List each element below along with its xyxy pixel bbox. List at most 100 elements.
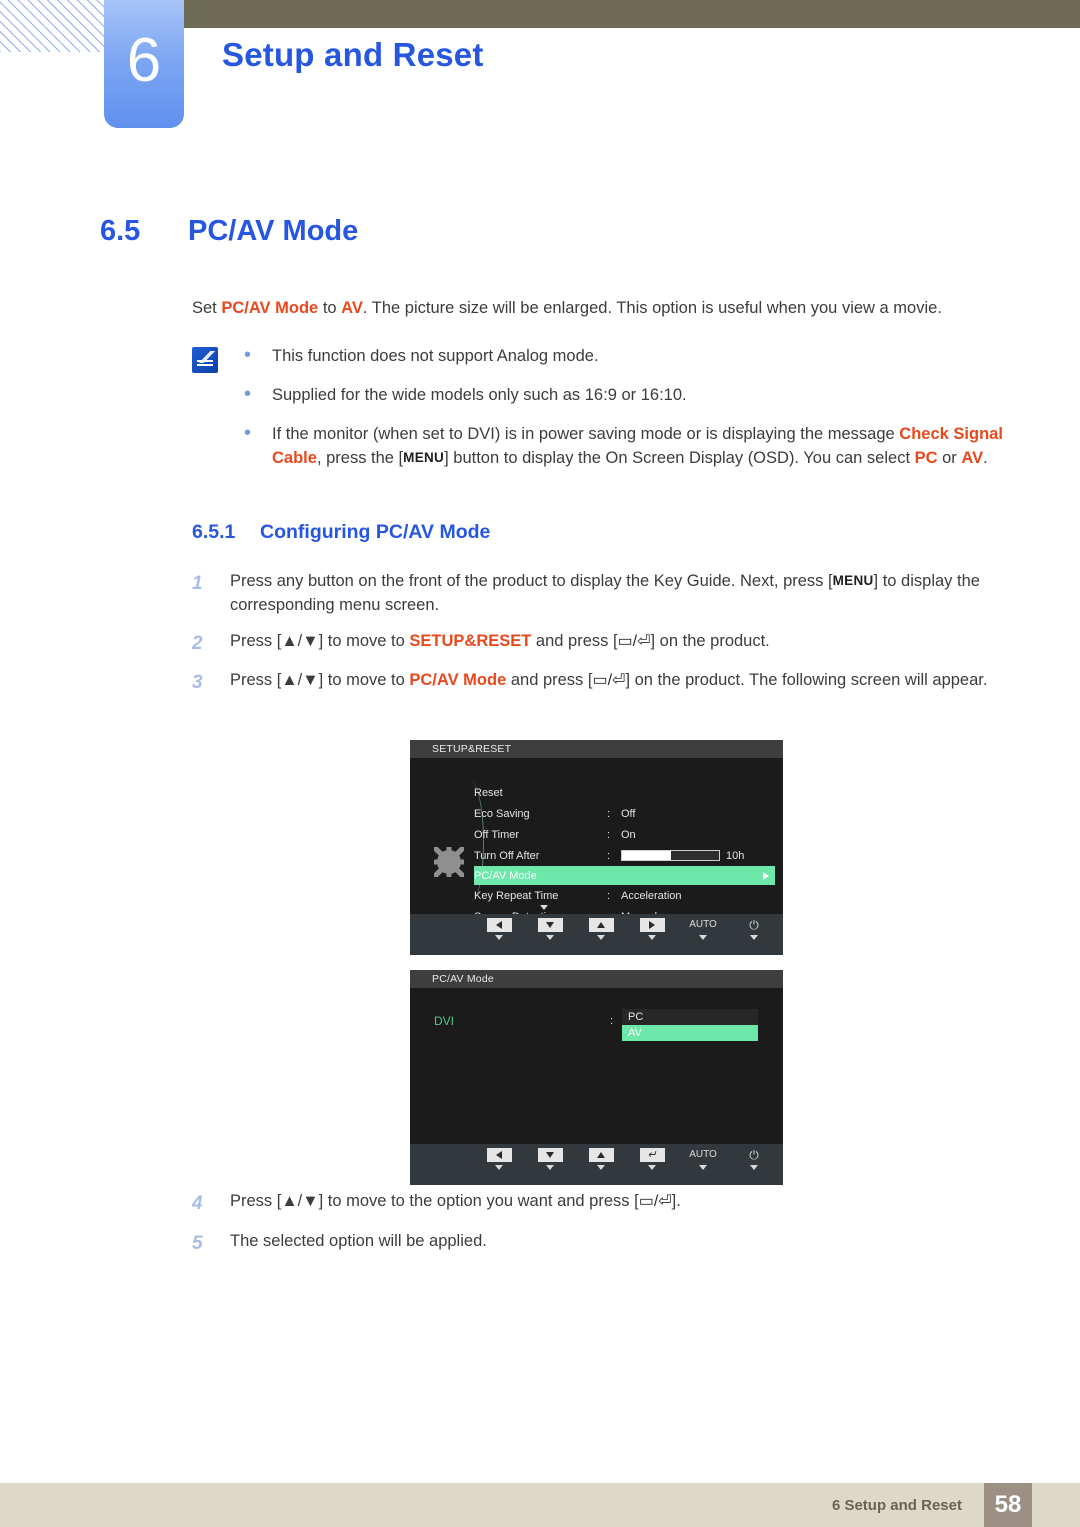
list-item: 3 Press [▲/▼] to move to PC/AV Mode and … — [192, 669, 1022, 697]
footer-chapter-text: 6 Setup and Reset — [831, 1497, 962, 1514]
power-key[interactable]: ⏻ — [737, 918, 771, 940]
section-title: PC/AV Mode — [188, 215, 359, 247]
osd-title: PC/AV Mode — [410, 970, 783, 988]
enter-key-glyph: ▭/⏎ — [592, 672, 626, 690]
bullet-dot-icon: • — [244, 382, 252, 405]
document-page: 6 Setup and Reset 6.5 PC/AV Mode Set PC/… — [0, 0, 1080, 1527]
key-cap-indicator — [750, 935, 758, 940]
osd-row-sep: : — [607, 849, 611, 862]
key-cap-indicator — [597, 1165, 605, 1170]
osd-row-reset[interactable]: Reset — [474, 782, 775, 803]
osd-row-eco-saving[interactable]: Eco Saving : Off — [474, 803, 775, 824]
list-item: 2 Press [▲/▼] to move to SETUP&RESET and… — [192, 630, 1022, 658]
osd-row-value: Acceleration — [621, 889, 682, 902]
step2-c: ] on the product. — [650, 631, 770, 650]
auto-key-label: AUTO — [689, 919, 717, 930]
osd-row-sep: : — [610, 1015, 614, 1027]
enter-key-glyph: ▭/⏎ — [617, 632, 651, 650]
osd-row-label: Turn Off After — [474, 849, 540, 862]
osd-screenshot-setup-reset: SETUP&RESET Reset Eco Saving : Off Off T… — [410, 740, 783, 955]
osd-row-off-timer[interactable]: Off Timer : On — [474, 824, 775, 845]
step1-a: Press any button on the front of the pro… — [230, 572, 833, 590]
option-pc[interactable]: PC — [622, 1009, 758, 1025]
step2-b: and press [ — [531, 631, 618, 650]
left-arrow-key[interactable] — [482, 918, 516, 940]
key-cap-indicator — [495, 935, 503, 940]
list-item: 4 Press [▲/▼] to move to the option you … — [192, 1190, 1022, 1218]
option-av[interactable]: AV — [622, 1025, 758, 1041]
bullet3-highlight-pc: PC — [914, 449, 938, 468]
up-arrow-key[interactable] — [584, 1148, 618, 1170]
list-item: 1 Press any button on the front of the p… — [192, 570, 1022, 618]
menu-key-label: MENU — [403, 450, 445, 466]
key-cap-indicator — [750, 1165, 758, 1170]
enter-key[interactable]: ↵ — [635, 1148, 669, 1170]
bullet-dot-icon: • — [244, 344, 252, 366]
step4-c: ]. — [671, 1192, 681, 1210]
key-cap-indicator — [546, 935, 554, 940]
bullet-dot-icon: • — [244, 421, 252, 444]
step2-highlight-setup-reset: SETUP&RESET — [409, 631, 532, 650]
down-arrow-key[interactable] — [533, 1148, 567, 1170]
bullet-text: This function does not support Analog mo… — [272, 347, 599, 365]
gear-icon — [434, 847, 464, 877]
step-text: Press any button on the front of the pro… — [230, 570, 1022, 618]
key-cap-indicator — [648, 1165, 656, 1170]
osd-row-value: 10h — [726, 849, 745, 862]
power-key[interactable]: ⏻ — [737, 1148, 771, 1170]
section-number: 6.5 — [100, 215, 141, 247]
osd-row-label: PC/AV Mode — [474, 869, 537, 882]
bullet3-tail: . — [983, 449, 988, 468]
osd-row-key-repeat-time[interactable]: Key Repeat Time : Acceleration — [474, 885, 775, 906]
note-pencil-icon — [192, 347, 218, 373]
osd-menu-body: DVI : PC AV — [410, 988, 783, 1144]
auto-key-label: AUTO — [689, 1149, 717, 1160]
osd-row-label: Off Timer — [474, 828, 520, 841]
chapter-badge: 6 — [104, 0, 184, 128]
left-arrow-key[interactable] — [482, 1148, 516, 1170]
enter-key-glyph: ▭/⏎ — [638, 1193, 672, 1210]
auto-key[interactable]: AUTO — [686, 1148, 720, 1170]
osd-row-pcav-mode[interactable]: PC/AV Mode — [474, 866, 775, 885]
list-item: • If the monitor (when set to DVI) is in… — [240, 422, 1020, 472]
key-cap-indicator — [648, 935, 656, 940]
note-bullet-list: • This function does not support Analog … — [240, 344, 1020, 485]
bullet3-mid1: , press the [ — [316, 449, 404, 468]
intro-term-pcav: PC/AV Mode — [221, 299, 319, 317]
step-text: Press [▲/▼] to move to SETUP&RESET and p… — [230, 630, 1022, 658]
intro-mid: to — [318, 299, 342, 317]
osd-row-sep: : — [607, 889, 611, 902]
down-arrow-key[interactable] — [533, 918, 567, 940]
pcav-option-list: PC AV — [622, 1009, 758, 1041]
step3-c: ] on the product. The following screen w… — [625, 671, 988, 690]
step3-a: Press [▲/▼] to move to — [230, 671, 410, 690]
step3-highlight-pcav-mode: PC/AV Mode — [409, 671, 507, 690]
key-cap-indicator — [495, 1165, 503, 1170]
osd-row-value-slider: 10h — [621, 850, 775, 862]
up-arrow-key[interactable] — [584, 918, 618, 940]
step-number: 4 — [192, 1193, 203, 1214]
osd-title: SETUP&RESET — [410, 740, 783, 758]
right-arrow-key[interactable] — [635, 918, 669, 940]
bullet3-mid2: ] button to display the On Screen Displa… — [444, 449, 915, 468]
steps-list-bottom: 4 Press [▲/▼] to move to the option you … — [192, 1190, 1022, 1269]
chevron-right-icon — [763, 871, 769, 880]
turn-off-after-slider[interactable] — [621, 850, 720, 862]
subsection-title: Configuring PC/AV Mode — [260, 521, 491, 543]
scroll-down-icon[interactable] — [540, 905, 548, 910]
list-item: • This function does not support Analog … — [240, 344, 1020, 369]
intro-suffix: . The picture size will be enlarged. Thi… — [362, 299, 942, 317]
auto-key[interactable]: AUTO — [686, 918, 720, 940]
osd-row-value: Off — [621, 807, 636, 820]
power-icon: ⏻ — [749, 918, 759, 932]
intro-term-av: AV — [341, 299, 363, 317]
osd-row-label: Eco Saving — [474, 807, 530, 820]
key-cap-indicator — [699, 935, 707, 940]
intro-paragraph: Set PC/AV Mode to AV. The picture size w… — [192, 297, 1017, 321]
osd-row-value: On — [621, 828, 636, 841]
osd-row-turn-off-after[interactable]: Turn Off After : 10h — [474, 845, 775, 866]
bullet-text-rich: If the monitor (when set to DVI) is in p… — [272, 422, 1020, 472]
osd-screenshot-pcav-mode: PC/AV Mode DVI : PC AV ↵ AUTO ⏻ — [410, 970, 783, 1185]
key-cap-indicator — [597, 935, 605, 940]
menu-key-label: MENU — [832, 573, 874, 588]
